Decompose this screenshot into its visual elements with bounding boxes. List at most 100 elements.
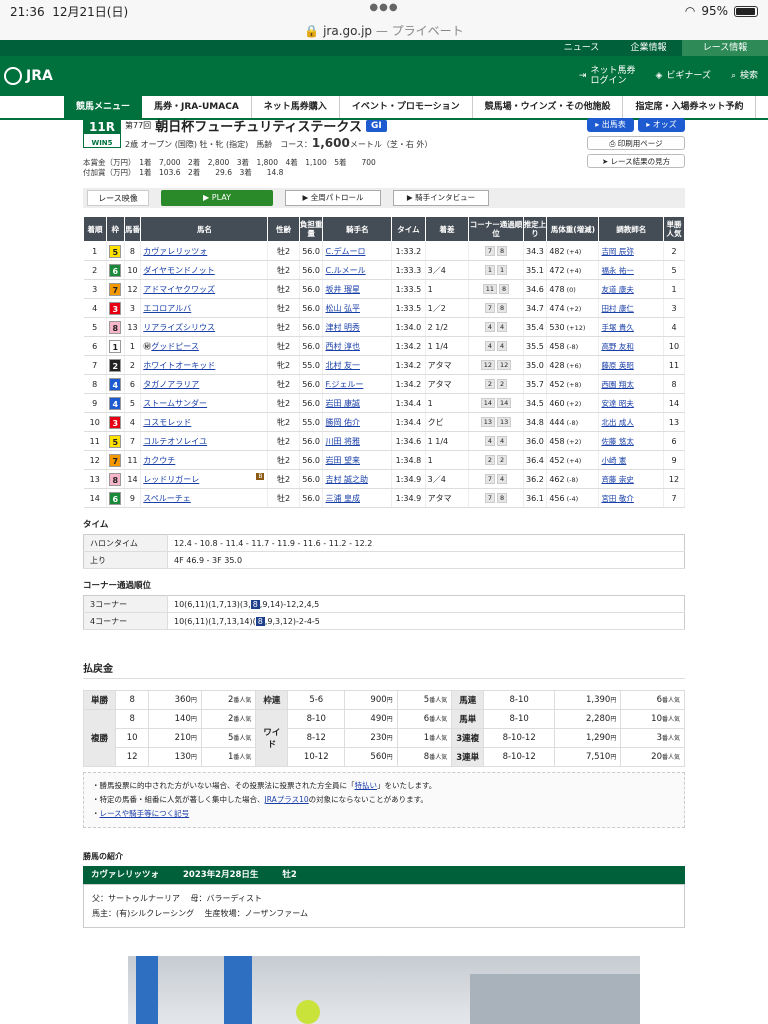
horse-link[interactable]: エコロアルバ xyxy=(143,304,191,313)
horse-link[interactable]: ダイヤモンドノット xyxy=(143,266,214,275)
tokubarai-link[interactable]: 特払い xyxy=(355,781,378,790)
result-row: 9 4 5 ストームサンダー 牡2 56.0 岩田 康誠 1:34.4 1 14 14 34.5 460… xyxy=(83,393,685,413)
trainer-link[interactable]: 安達 昭夫 xyxy=(598,393,665,413)
horse-link[interactable]: ホワイトオーキッド xyxy=(143,361,215,370)
search-link[interactable]: ⌕ 検索 xyxy=(731,71,758,81)
col-header: 騎手名 xyxy=(322,216,393,242)
horse-link[interactable]: コルテオソレイユ xyxy=(143,437,207,446)
trainer-link[interactable]: 藤原 英昭 xyxy=(598,355,665,375)
frame-badge: 1 xyxy=(109,339,122,353)
trainer-link[interactable]: 手塚 貴久 xyxy=(598,317,665,337)
winner-owner: 馬主：(有)シルクレーシング 生産牧場：ノーザンファーム xyxy=(92,909,308,918)
jockey-link[interactable]: 川田 将雅 xyxy=(322,431,393,451)
jockey-link[interactable]: 三浦 皇成 xyxy=(322,488,393,508)
corner3-order: 10(6,11)(1,7,13)(3, 8,9,14)-12,2,4,5 xyxy=(167,595,685,613)
race-conditions: 2歳 オープン (国際) 牡・牝 (指定) 馬齢 コース：1,600メートル（芝… xyxy=(125,136,433,150)
topnav-news[interactable]: ニュース xyxy=(548,40,615,56)
frame-badge: 3 xyxy=(109,301,122,315)
race-title: 第77回 朝日杯フューチュリティステークス GI xyxy=(125,116,387,135)
jra-logo[interactable]: JRA xyxy=(4,67,53,85)
trainer-link[interactable]: 佐藤 悠太 xyxy=(598,431,665,451)
jockey-link[interactable]: 岩田 望来 xyxy=(322,450,393,470)
result-row: 12 7 11 カクウチ 牡2 56.0 岩田 望来 1:34.8 1 2 2 36.4 452 (+4)… xyxy=(83,450,685,470)
jockey-link[interactable]: 松山 弘平 xyxy=(322,298,393,318)
status-time: 21:36 12月21日(日) xyxy=(10,4,129,19)
howto-button[interactable]: ➤ レース結果の見方 xyxy=(587,154,685,168)
jockey-link[interactable]: 岩田 康誠 xyxy=(322,393,393,413)
horse-link[interactable]: タガノアラリア xyxy=(143,380,199,389)
symbols-link[interactable]: レースや騎手等につく記号 xyxy=(100,809,190,818)
notes-box: ・勝馬投票に的中された方がいない場合、その投票法に投票された方全員に「特払い」を… xyxy=(83,772,685,828)
jockey-link[interactable]: 勝岡 佑介 xyxy=(322,412,393,432)
print-button[interactable]: ⎙ 印刷用ページ xyxy=(587,136,685,150)
horse-link[interactable]: カクウチ xyxy=(143,456,175,465)
odds-button[interactable]: ▸ オッズ xyxy=(638,118,685,132)
top-nav: ニュース 企業情報 レース情報 xyxy=(0,40,768,56)
status-bar: 21:36 12月21日(日) ●●● ◠ 95% xyxy=(0,0,768,22)
horse-link[interactable]: カヴァレリッツォ xyxy=(143,247,207,256)
frame-badge: 7 xyxy=(109,282,122,296)
results-table: 着順枠馬番 馬名 性齢 負担重量 騎手名 タイム 着差 コーナー通過順位 推定上り 馬体重(増減)… xyxy=(83,216,685,508)
battery-icon xyxy=(734,5,758,17)
corner-positions: 22 xyxy=(468,450,524,470)
tab-dots-icon[interactable]: ●●● xyxy=(369,2,398,13)
horse-link[interactable]: グッドピース xyxy=(151,342,199,351)
horse-link[interactable]: レッドリガーレ xyxy=(143,475,199,484)
jockey-link[interactable]: 坂井 瑠星 xyxy=(322,279,393,299)
topnav-race-info[interactable]: レース情報 xyxy=(682,40,768,56)
trainer-link[interactable]: 小崎 憲 xyxy=(598,450,665,470)
trainer-link[interactable]: 友道 康夫 xyxy=(598,279,665,299)
horse-link[interactable]: コスモレッド xyxy=(143,418,191,427)
beginners-link[interactable]: ◈ ビギナーズ xyxy=(655,71,710,81)
result-row: 2 6 10 ダイヤモンドノット 牡2 56.0 C.ルメール 1:33.3 3／4 1 1 35.1… xyxy=(83,260,685,280)
trainer-link[interactable]: 高野 友和 xyxy=(598,336,665,356)
jockey-link[interactable]: 津村 明秀 xyxy=(322,317,393,337)
entries-button[interactable]: ▸ 出馬表 xyxy=(587,118,634,132)
jockey-link[interactable]: 吉村 誠之助 xyxy=(322,469,393,489)
result-row: 6 1 1 ㊙グッドピース 牡2 56.0 西村 淳也 1:34.2 1 1/4 4 4 35.5 45… xyxy=(83,336,685,356)
trainer-link[interactable]: 福永 祐一 xyxy=(598,260,665,280)
video-icon: ▶ xyxy=(203,193,210,202)
bet-type-label: 馬連 xyxy=(451,690,485,710)
jockey-link[interactable]: C.デムーロ xyxy=(322,241,393,261)
winner-section: 勝馬の紹介 カヴァレリッツォ 2023年2月28日生 牡2 父：サートゥルナーリア … xyxy=(83,851,685,928)
jockey-link[interactable]: 北村 友一 xyxy=(322,355,393,375)
trainer-link[interactable]: 宮田 敬介 xyxy=(598,488,665,508)
result-row: 11 5 7 コルテオソレイユ 牡2 56.0 川田 将雅 1:34.6 1 1/4 4 4 36.0… xyxy=(83,431,685,451)
wakuren-label: 枠連 xyxy=(255,690,289,710)
jra-plus10-link[interactable]: JRAプラス10 xyxy=(265,795,309,804)
patrol-button[interactable]: ▶ 全周パトロール xyxy=(285,190,381,206)
corner-positions: 78 xyxy=(468,298,524,318)
col-header: 枠 xyxy=(105,216,125,242)
horse-link[interactable]: アドマイヤクワッズ xyxy=(143,285,215,294)
blinker-badge: B xyxy=(256,473,265,480)
corner-positions: 44 xyxy=(468,431,524,451)
corner-positions: 22 xyxy=(468,374,524,394)
trainer-link[interactable]: 西園 翔太 xyxy=(598,374,665,394)
race-photo xyxy=(128,956,640,1024)
private-label: — プライベート xyxy=(375,24,464,38)
login-link[interactable]: ⇥ ネット馬券 ログイン xyxy=(579,66,636,86)
jockey-link[interactable]: F.ジェルー xyxy=(322,374,393,394)
address-bar[interactable]: 🔒 jra.go.jp — プライベート xyxy=(0,22,768,40)
trainer-link[interactable]: 北出 成人 xyxy=(598,412,665,432)
last-times: 4F 46.9 - 3F 35.0 xyxy=(167,551,685,569)
trainer-link[interactable]: 斉藤 崇史 xyxy=(598,469,665,489)
trainer-link[interactable]: 吉岡 辰弥 xyxy=(598,241,665,261)
furlong-times: 12.4 - 10.8 - 11.4 - 11.7 - 11.9 - 11.6 … xyxy=(167,534,685,552)
result-row: 13 8 14 レッドリガーレ B 牡2 56.0 吉村 誠之助 1:34.9 3／4 7 4 36.2… xyxy=(83,469,685,489)
horse-link[interactable]: ストームサンダー xyxy=(143,399,207,408)
topnav-company[interactable]: 企業情報 xyxy=(615,40,682,56)
jockey-link[interactable]: 西村 淳也 xyxy=(322,336,393,356)
trainer-link[interactable]: 田村 康仁 xyxy=(598,298,665,318)
interview-button[interactable]: ▶ 騎手インタビュー xyxy=(393,190,489,206)
site-header: JRA ⇥ ネット馬券 ログイン ◈ ビギナーズ ⌕ 検索 xyxy=(0,56,768,96)
video-bar: レース映像 ▶ PLAY ▶ 全周パトロール ▶ 騎手インタビュー xyxy=(83,188,685,208)
jockey-link[interactable]: C.ルメール xyxy=(322,260,393,280)
horse-link[interactable]: リアライズシリウス xyxy=(143,323,215,332)
shield-icon: ◈ xyxy=(655,71,663,81)
play-button[interactable]: ▶ PLAY xyxy=(161,190,273,206)
logo-ring-icon xyxy=(4,67,22,85)
frame-badge: 4 xyxy=(109,396,122,410)
horse-link[interactable]: スペルーチェ xyxy=(143,494,190,503)
